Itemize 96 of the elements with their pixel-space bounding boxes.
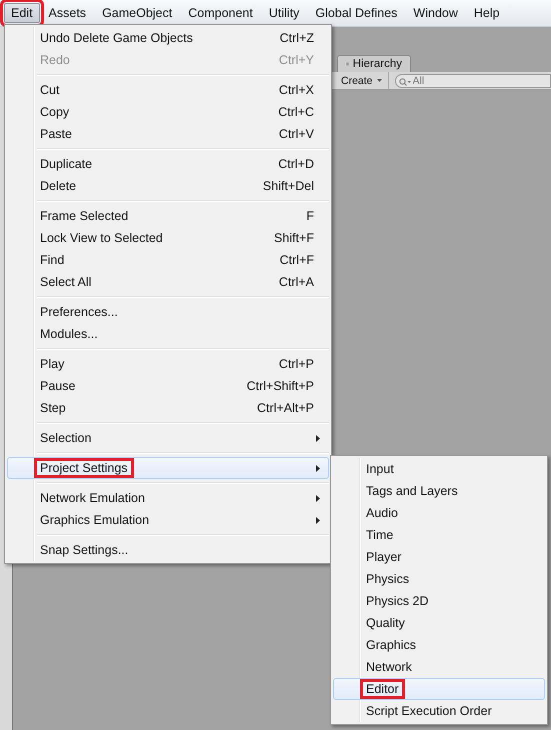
menu-item-label: Tags and Layers [366,484,459,498]
menu-item-label: Copy [40,105,70,119]
menu-item-label: Duplicate [40,157,94,171]
menu-item[interactable]: Select All Ctrl+A [7,271,329,293]
shortcut-label: Ctrl+Alt+P [257,401,314,415]
shortcut-label: Ctrl+A [278,275,314,289]
menu-item[interactable]: Project Settings [7,457,329,479]
menu-bar-item[interactable]: Component [181,3,260,23]
menu-item[interactable]: Player [333,546,545,568]
shortcut-label: Ctrl+Shift+P [246,379,314,393]
shortcut-label: Ctrl+F [280,253,314,267]
menu-item-label: Graphics [366,638,418,652]
menu-item[interactable]: Network Emulation [7,487,329,509]
menu-item[interactable]: Duplicate Ctrl+D [7,153,329,175]
menu-bar-item[interactable]: GameObject [95,3,180,23]
menu-item-label: Physics [366,572,410,586]
menu-bar-item[interactable]: Assets [42,3,94,23]
menu-item[interactable]: Snap Settings... [7,539,329,561]
create-dropdown[interactable]: Create [339,72,389,89]
menu-item[interactable]: Tags and Layers [333,480,545,502]
submenu-arrow-icon [316,434,320,442]
menu-item[interactable]: Audio [333,502,545,524]
menu-item[interactable]: Step Ctrl+Alt+P [7,397,329,419]
shortcut-label: Ctrl+V [278,127,314,141]
menu-item-label: Script Execution Order [366,704,493,718]
submenu-arrow-icon [316,494,320,502]
menu-item[interactable]: Delete Shift+Del [7,175,329,197]
menu-item[interactable]: Play Ctrl+P [7,353,329,375]
menu-item[interactable]: Paste Ctrl+V [7,123,329,145]
menu-item-label: Modules... [40,327,99,341]
search-icon [398,78,411,86]
menu-item-label: Lock View to Selected [40,231,164,245]
menu-item[interactable]: Frame Selected F [7,205,329,227]
menu-item-label: Network Emulation [40,491,146,505]
menu-item-label: Physics 2D [366,594,430,608]
menu-item-label: Cut [40,83,60,97]
menu-item[interactable]: Cut Ctrl+X [7,79,329,101]
menu-item[interactable]: Preferences... [7,301,329,323]
menu-item[interactable]: Pause Ctrl+Shift+P [7,375,329,397]
menu-item-label: Selection [40,431,92,445]
shortcut-label: Ctrl+Z [280,31,314,45]
menu-item[interactable]: Time [333,524,545,546]
menu-item-label: Snap Settings... [40,543,130,557]
menu-item-label: Player [366,550,402,564]
menu-item[interactable]: Find Ctrl+F [7,249,329,271]
menu-item-label: Paste [40,127,73,141]
menu-item[interactable]: Editor [333,678,545,700]
menu-item[interactable]: Modules... [7,323,329,345]
menu-item-label: Undo Delete Game Objects [40,31,194,45]
menu-item[interactable]: Quality [333,612,545,634]
menu-bar-item[interactable]: Window [406,3,465,23]
menu-item[interactable]: Copy Ctrl+C [7,101,329,123]
shortcut-label: Shift+Del [262,179,314,193]
submenu-arrow-icon [316,516,320,524]
submenu-arrow-icon [316,464,320,472]
menu-item[interactable]: Network [333,656,545,678]
search-field[interactable]: All [394,74,551,88]
menu-item[interactable]: Script Execution Order [333,700,545,722]
menu-item-label: Find [40,253,66,267]
menu-item-label: Editor [363,682,402,696]
menu-item[interactable]: Lock View to Selected Shift+F [7,227,329,249]
menu-item-label: Graphics Emulation [40,513,150,527]
menu-item-label: Play [40,357,66,371]
shortcut-label: Ctrl+C [278,105,314,119]
shortcut-label: Ctrl+P [278,357,314,371]
menu-item-label: Pause [40,379,76,393]
menu-bar-item[interactable]: Utility [262,3,306,23]
menu-item[interactable]: Physics 2D [333,590,545,612]
menu-item-label: Project Settings [37,461,131,475]
menu-item-label: Redo [40,53,71,67]
caret-icon [376,79,382,82]
hierarchy-tab[interactable]: Hierarchy [337,55,411,72]
menu-item-label: Quality [366,616,406,630]
menu-item[interactable]: Graphics Emulation [7,509,329,531]
menu-item-label: Preferences... [40,305,119,319]
shortcut-label: Ctrl+D [278,157,314,171]
menu-item[interactable]: Selection [7,427,329,449]
menu-item-label: Step [40,401,67,415]
shortcut-label: Ctrl+X [278,83,314,97]
menu-item-label: Select All [40,275,92,289]
menu-item-label: Network [366,660,413,674]
menu-item-label: Time [366,528,394,542]
menu-item-label: Audio [366,506,399,520]
tab-label: Hierarchy [352,58,402,70]
menu-item-label: Input [366,462,395,476]
menu-item-label: Frame Selected [40,209,130,223]
menu-bar-item[interactable]: Help [466,3,507,23]
shortcut-label: F [306,209,314,223]
shortcut-label: Shift+F [274,231,314,245]
menu-item[interactable]: Graphics [333,634,545,656]
menu-bar-item[interactable]: Global Defines [308,3,404,23]
menu-item[interactable]: Input [333,458,545,480]
shortcut-label: Ctrl+Y [278,53,314,67]
menu-item[interactable]: Undo Delete Game Objects Ctrl+Z [7,27,329,49]
menu-item-label: Delete [40,179,78,193]
menu-item[interactable]: Physics [333,568,545,590]
